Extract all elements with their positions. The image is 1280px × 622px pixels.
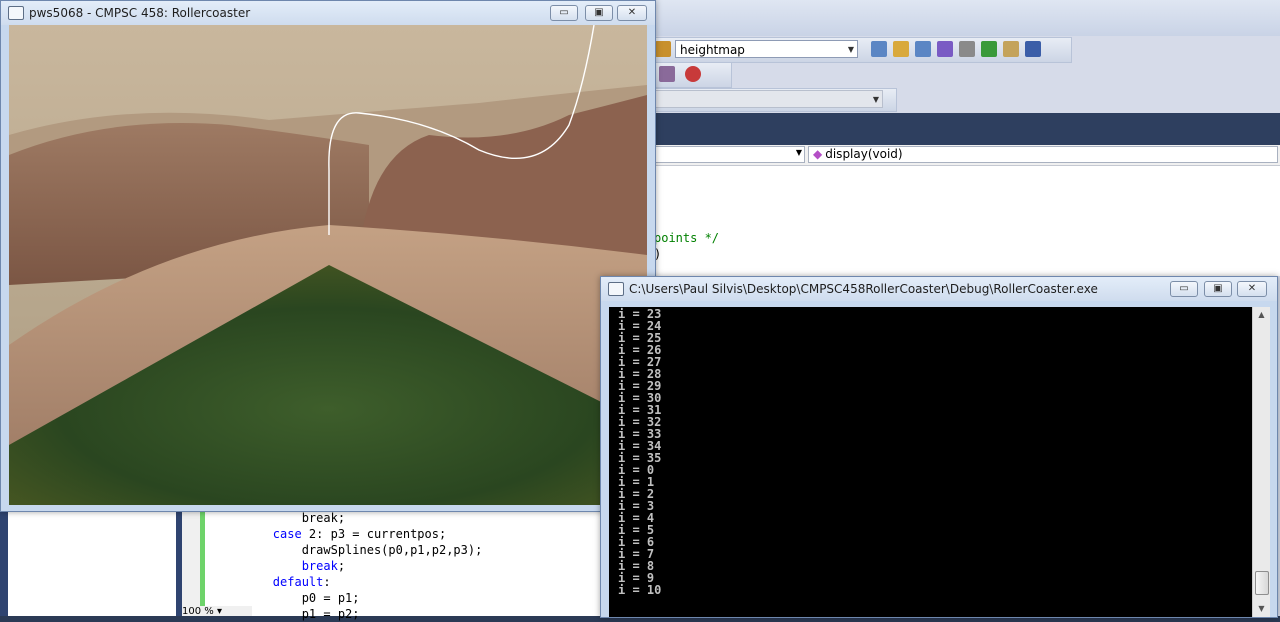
- editor-margin: [182, 510, 200, 606]
- console-window-title: C:\Users\Paul Silvis\Desktop\CMPSC458Rol…: [629, 282, 1098, 296]
- terrain-scene: [9, 25, 647, 505]
- keyword: case: [272, 527, 302, 541]
- scroll-up-glyph: ▲: [1258, 310, 1265, 319]
- zoom-value: 100 %: [182, 606, 214, 617]
- minimize-icon: ▭: [1179, 283, 1189, 294]
- minimize-button[interactable]: ▭: [550, 5, 578, 21]
- scrollbar-thumb[interactable]: [1255, 571, 1269, 595]
- command-window-icon[interactable]: [1025, 41, 1041, 57]
- solution-explorer-panel: [8, 510, 177, 616]
- left-dock-strip: [0, 510, 8, 616]
- maximize-button[interactable]: ▣: [585, 5, 613, 21]
- change-tracking-bar: [200, 510, 205, 606]
- member-combo[interactable]: ◆ display(void): [808, 146, 1278, 163]
- record-icon[interactable]: [685, 66, 701, 82]
- document-tab-strip: [650, 113, 1280, 145]
- scope-combo[interactable]: ▼: [650, 146, 805, 163]
- close-button[interactable]: ✕: [617, 5, 647, 21]
- code-line: drawSplines(p0,p1,p2,p3);: [215, 543, 483, 557]
- code-comment-line: points */: [654, 231, 720, 245]
- console-title-bar[interactable]: C:\Users\Paul Silvis\Desktop\CMPSC458Rol…: [601, 277, 1277, 301]
- extension-manager-icon[interactable]: [1003, 41, 1019, 57]
- member-combo-value: display(void): [825, 147, 903, 161]
- console-lines: i = 23 i = 24 i = 25 i = 26 i = 27 i = 28 i = …: [618, 308, 661, 596]
- zoom-combo[interactable]: 100 % ▾: [182, 606, 252, 617]
- chevron-down-icon: ▼: [872, 95, 879, 104]
- console-output[interactable]: i = 23 i = 24 i = 25 i = 26 i = 27 i = 28 i = …: [609, 307, 1252, 617]
- start-page-icon[interactable]: [981, 41, 997, 57]
- disabled-combo: ▼: [655, 90, 883, 108]
- properties-window-icon[interactable]: [915, 41, 931, 57]
- chevron-down-icon: ▼: [847, 45, 854, 54]
- minimize-icon: ▭: [559, 7, 569, 18]
- code-line: p0 = p1;: [215, 591, 360, 605]
- minimize-button[interactable]: ▭: [1170, 281, 1198, 297]
- code-line: break;: [301, 559, 346, 573]
- opengl-title-bar[interactable]: pws5068 - CMPSC 458: Rollercoaster ▭ ▣ ✕: [1, 1, 655, 25]
- console-window: C:\Users\Paul Silvis\Desktop\CMPSC458Rol…: [600, 276, 1278, 618]
- navigation-bar: ▼ ◆ display(void): [650, 145, 1280, 166]
- toolbox-icon[interactable]: [959, 41, 975, 57]
- solution-explorer-icon[interactable]: [893, 41, 909, 57]
- object-browser-icon[interactable]: [937, 41, 953, 57]
- scroll-down-icon[interactable]: ▼: [1253, 601, 1270, 617]
- code-line: case 2: p3 = currentpos;: [272, 527, 447, 541]
- code-line: default:: [272, 575, 331, 589]
- chevron-down-icon: ▼: [795, 148, 802, 157]
- console-app-icon: [608, 282, 624, 296]
- app-icon: [8, 6, 24, 20]
- keyword: default: [272, 575, 324, 589]
- method-icon: ◆: [813, 147, 823, 161]
- solution-config-combo[interactable]: heightmap ▼: [675, 40, 858, 58]
- console-scrollbar[interactable]: ▲ ▼: [1252, 307, 1270, 617]
- scroll-up-icon[interactable]: ▲: [1253, 307, 1270, 323]
- code-line: p1 = p2;: [215, 607, 360, 621]
- keyword: break: [301, 559, 338, 573]
- opengl-window: pws5068 - CMPSC 458: Rollercoaster ▭ ▣ ✕: [0, 0, 656, 512]
- vs-debug-toolbar: [650, 62, 732, 88]
- console-line: i = 10: [618, 583, 662, 597]
- find-in-files-icon[interactable]: [871, 41, 887, 57]
- maximize-button[interactable]: ▣: [1204, 281, 1232, 297]
- close-icon: ✕: [1247, 283, 1257, 294]
- code-line: break;: [215, 511, 346, 525]
- close-button[interactable]: ✕: [1237, 281, 1267, 297]
- restore-icon: ▣: [594, 7, 604, 18]
- vs-standard-toolbar: heightmap ▼: [650, 37, 1072, 63]
- close-icon: ✕: [627, 7, 637, 18]
- restore-icon: ▣: [1213, 283, 1223, 294]
- opengl-window-title: pws5068 - CMPSC 458: Rollercoaster: [29, 6, 251, 20]
- properties-icon[interactable]: [655, 41, 671, 57]
- code-editor-top[interactable]: points */ ): [650, 166, 1280, 276]
- terrain-viewport[interactable]: [9, 25, 647, 505]
- solution-config-value: heightmap: [680, 43, 745, 57]
- code-block[interactable]: break; case 2: p3 = currentpos; drawSpli…: [215, 510, 483, 622]
- scroll-down-glyph: ▼: [1258, 604, 1265, 613]
- breakpoint-options-icon[interactable]: [659, 66, 675, 82]
- vs-third-toolbar: ▼: [650, 88, 897, 112]
